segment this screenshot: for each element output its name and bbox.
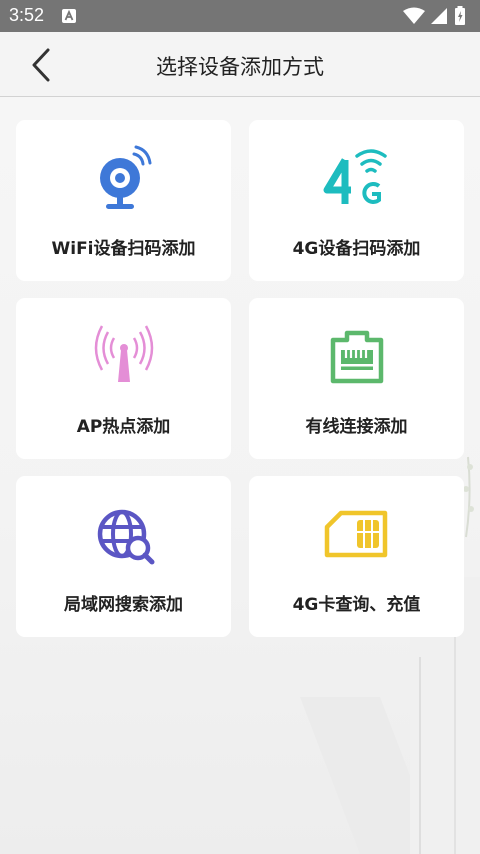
option-lan-search[interactable]: 局域网搜索添加 bbox=[16, 476, 231, 637]
ethernet-port-icon bbox=[330, 330, 383, 384]
status-bar: 3:52 bbox=[0, 0, 480, 32]
wifi-camera-icon bbox=[99, 145, 151, 209]
option-label: AP热点添加 bbox=[76, 417, 171, 437]
battery-icon bbox=[455, 6, 465, 25]
signal-icon bbox=[431, 8, 447, 24]
header: 选择设备添加方式 bbox=[0, 32, 480, 97]
wifi-icon bbox=[403, 7, 425, 24]
option-label: WiFi设备扫码添加 bbox=[51, 239, 196, 259]
option-wifi-scan[interactable]: WiFi设备扫码添加 bbox=[16, 120, 231, 281]
sim-card-icon bbox=[324, 510, 387, 558]
option-label: 4G设备扫码添加 bbox=[292, 239, 421, 259]
option-ap-hotspot[interactable]: AP热点添加 bbox=[16, 298, 231, 459]
antenna-hotspot-icon bbox=[94, 325, 153, 382]
option-4g-card-recharge[interactable]: 4G卡查询、充值 bbox=[249, 476, 464, 637]
option-4g-scan[interactable]: 4G设备扫码添加 bbox=[249, 120, 464, 281]
option-label: 局域网搜索添加 bbox=[64, 595, 183, 615]
option-label: 有线连接添加 bbox=[305, 417, 408, 437]
4g-signal-icon bbox=[323, 149, 387, 204]
globe-search-icon bbox=[97, 509, 154, 565]
status-icons bbox=[402, 6, 472, 25]
option-wired[interactable]: 有线连接添加 bbox=[249, 298, 464, 459]
accessibility-a-icon bbox=[62, 9, 76, 23]
content-area: WiFi设备扫码添加 4G设备扫码添加 AP热点添加 有线连接添加 局域网搜索添… bbox=[0, 97, 480, 854]
status-time: 3:52 bbox=[9, 5, 45, 25]
page-title: 选择设备添加方式 bbox=[156, 55, 324, 79]
add-method-grid: WiFi设备扫码添加 4G设备扫码添加 AP热点添加 有线连接添加 局域网搜索添… bbox=[16, 120, 464, 637]
option-label: 4G卡查询、充值 bbox=[292, 595, 421, 615]
